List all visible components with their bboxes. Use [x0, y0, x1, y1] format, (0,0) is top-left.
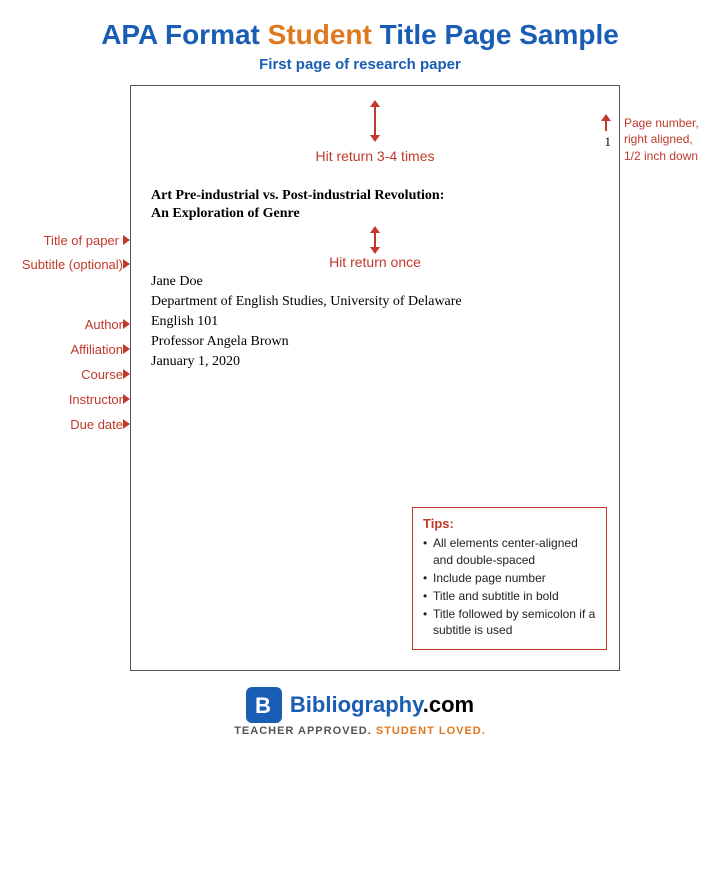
instructor-label: Instructor	[69, 392, 130, 407]
title-blue1: APA Format	[101, 19, 267, 50]
title-arrow	[123, 235, 130, 245]
instructor-row: Professor Angela Brown	[151, 334, 599, 350]
title-blue2: Title Page Sample	[372, 19, 619, 50]
footer-tagline: TEACHER APPROVED. STUDENT LOVED.	[234, 725, 486, 737]
paper-title-row: Art Pre-industrial vs. Post-industrial R…	[151, 188, 599, 204]
tips-box: Tips: All elements center-aligned and do…	[412, 507, 607, 649]
due-date-row: January 1, 2020	[151, 354, 599, 370]
once-arrow-up	[370, 226, 380, 233]
vert-line-center	[374, 107, 376, 135]
tagline-orange: STUDENT LOVED.	[376, 725, 486, 737]
diagram-area: Title of paper Subtitle (optional) Autho…	[10, 85, 710, 671]
right-note-line1: Page number,	[624, 115, 699, 132]
tip-2: Include page number	[423, 570, 596, 586]
left-labels: Title of paper Subtitle (optional) Autho…	[10, 85, 130, 671]
hit-return-area: Hit return 3-4 times	[131, 100, 619, 170]
arrow-head-down	[370, 135, 380, 142]
author-arrow	[123, 319, 130, 329]
paper: 1 Hit return 3-4 times Art Pre-industria…	[130, 85, 620, 671]
footer-site-name: Bibliography.com	[290, 692, 474, 718]
svg-text:B: B	[255, 693, 271, 718]
subtitle-arrow	[123, 259, 130, 269]
due-date-arrow	[123, 419, 130, 429]
title-of-paper-label: Title of paper	[44, 233, 130, 248]
course-label: Course	[81, 367, 130, 382]
paper-inner: 1 Hit return 3-4 times Art Pre-industria…	[131, 100, 619, 670]
due-date-value: January 1, 2020	[151, 354, 240, 369]
course-row: English 101	[151, 314, 599, 330]
affiliation-value: Department of English Studies, Universit…	[151, 294, 462, 309]
right-note-line2: right aligned,	[624, 131, 699, 148]
author-label: Author	[85, 317, 130, 332]
author-row: Jane Doe	[151, 274, 599, 290]
tips-title: Tips:	[423, 516, 596, 531]
title-orange: Student	[268, 19, 372, 50]
tip-4: Title followed by semicolon if a subtitl…	[423, 606, 596, 638]
tip-3: Title and subtitle in bold	[423, 588, 596, 604]
affiliation-arrow	[123, 344, 130, 354]
affiliation-label: Affiliation	[70, 342, 130, 357]
affiliation-row: Department of English Studies, Universit…	[151, 294, 599, 310]
tagline-white: TEACHER APPROVED.	[234, 725, 376, 737]
hit-return-once-arrows	[370, 226, 380, 254]
hit-return-once-area: Hit return once	[151, 226, 599, 270]
footer-logo-row: B Bibliography.com	[246, 687, 474, 723]
once-arrow-down	[370, 247, 380, 254]
due-date-label: Due date	[70, 417, 130, 432]
page-number-arrow-up	[601, 114, 611, 121]
hit-return-once-text: Hit return once	[329, 254, 421, 270]
subtitle-label: Subtitle (optional)	[22, 257, 130, 272]
footer: B Bibliography.com TEACHER APPROVED. STU…	[234, 687, 486, 737]
author-value: Jane Doe	[151, 274, 203, 289]
right-note: Page number, right aligned, 1/2 inch dow…	[624, 115, 699, 165]
paper-subtitle-value: An Exploration of Genre	[151, 206, 599, 222]
vertical-arrows	[370, 100, 380, 142]
tip-1: All elements center-aligned and double-s…	[423, 535, 596, 567]
paper-subtitle-row: An Exploration of Genre	[151, 206, 599, 222]
course-value: English 101	[151, 314, 218, 329]
once-vert-line	[374, 233, 376, 247]
paper-title-value: Art Pre-industrial vs. Post-industrial R…	[151, 188, 599, 204]
right-note-line3: 1/2 inch down	[624, 148, 699, 165]
arrow-vert-line	[605, 121, 607, 131]
course-arrow	[123, 369, 130, 379]
page-number-area: 1	[601, 114, 611, 151]
site-name-blue: Bibliography	[290, 692, 423, 717]
site-name-rest: .com	[423, 692, 474, 717]
page-number: 1	[601, 114, 611, 151]
tips-list: All elements center-aligned and double-s…	[423, 535, 596, 638]
main-title: APA Format Student Title Page Sample	[101, 18, 619, 52]
instructor-arrow	[123, 394, 130, 404]
paper-content: Art Pre-industrial vs. Post-industrial R…	[131, 178, 619, 394]
instructor-value: Professor Angela Brown	[151, 334, 289, 349]
arrow-head-up	[370, 100, 380, 107]
page-subtitle: First page of research paper	[259, 56, 461, 73]
right-labels: Page number, right aligned, 1/2 inch dow…	[620, 85, 710, 671]
logo-icon: B	[246, 687, 282, 723]
